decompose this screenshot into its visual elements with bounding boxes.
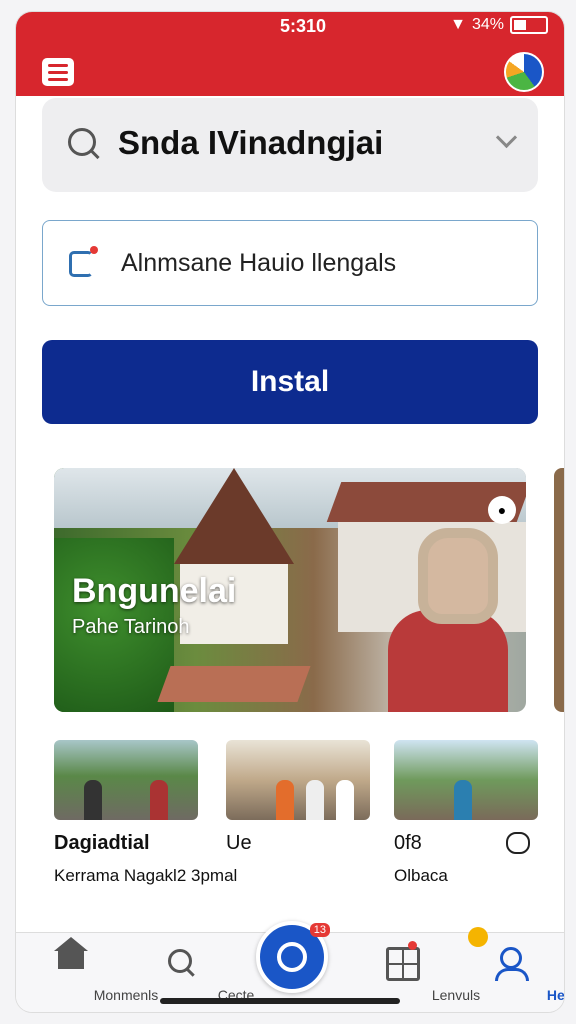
camera-icon	[277, 942, 307, 972]
install-button[interactable]: Instal	[42, 340, 538, 424]
thumbnail-card[interactable]	[394, 740, 538, 820]
field-value: Alnmsane Hauio llengals	[121, 249, 397, 277]
figure	[336, 780, 354, 820]
app-logo	[504, 52, 544, 92]
hero-title: Bngunelai	[72, 572, 237, 610]
notification-badge: 13	[309, 923, 330, 937]
chat-icon[interactable]	[506, 832, 530, 854]
hero-badge-icon[interactable]: ●	[488, 496, 516, 524]
hero-card[interactable]: Bngunelai Pahe Tarinoh ●	[54, 468, 526, 712]
card-subtitle: Kerrama Nagakl2 3pmal	[54, 866, 238, 885]
coin-icon	[468, 927, 488, 947]
card-title: Dagiadtial	[54, 832, 150, 854]
nav-label: Heeat	[546, 987, 564, 1003]
home-icon	[54, 937, 88, 969]
status-time: 5:310	[280, 16, 327, 36]
field-icon	[69, 246, 98, 277]
figure	[84, 780, 102, 820]
search-input[interactable]: Snda IVinadngjai	[118, 124, 383, 162]
figure	[306, 780, 324, 820]
status-icons: ▼ 34%	[450, 16, 548, 34]
battery-percent: 34%	[471, 16, 504, 33]
card-title: Ue	[226, 832, 252, 854]
figure	[150, 780, 168, 820]
thumbnail-card[interactable]	[226, 740, 370, 820]
hero-person	[388, 518, 508, 712]
card-title: 0f8	[394, 832, 422, 854]
figure	[454, 780, 472, 820]
home-indicator	[160, 998, 400, 1004]
phone-screen: 5:310 ▼ 34% Snda IVinadngjai Alnmsane Ha…	[16, 12, 564, 1012]
search-icon	[168, 949, 192, 973]
battery-icon	[510, 16, 548, 34]
search-bar[interactable]: Snda IVinadngjai	[42, 98, 538, 192]
hero-rug	[157, 666, 311, 702]
grid-icon	[386, 947, 420, 981]
next-card-peek[interactable]	[554, 468, 564, 712]
notification-dot	[408, 941, 417, 950]
hero-subtitle: Pahe Tarinoh	[72, 616, 190, 638]
nav-item-home[interactable]: Monmenls	[16, 933, 158, 1012]
menu-button[interactable]	[42, 58, 74, 86]
signal-icon: ▼	[450, 16, 466, 33]
chevron-down-icon[interactable]	[495, 126, 518, 149]
hero-roof	[174, 468, 294, 564]
search-icon	[68, 128, 96, 156]
thumbnail-card[interactable]	[54, 740, 198, 820]
camera-button[interactable]: 13	[256, 921, 330, 993]
app-header: 5:310 ▼ 34%	[16, 12, 564, 96]
input-field[interactable]: Alnmsane Hauio llengals	[42, 220, 538, 306]
card-subtitle: Olbaca	[394, 866, 448, 885]
person-icon	[495, 947, 529, 981]
figure	[276, 780, 294, 820]
